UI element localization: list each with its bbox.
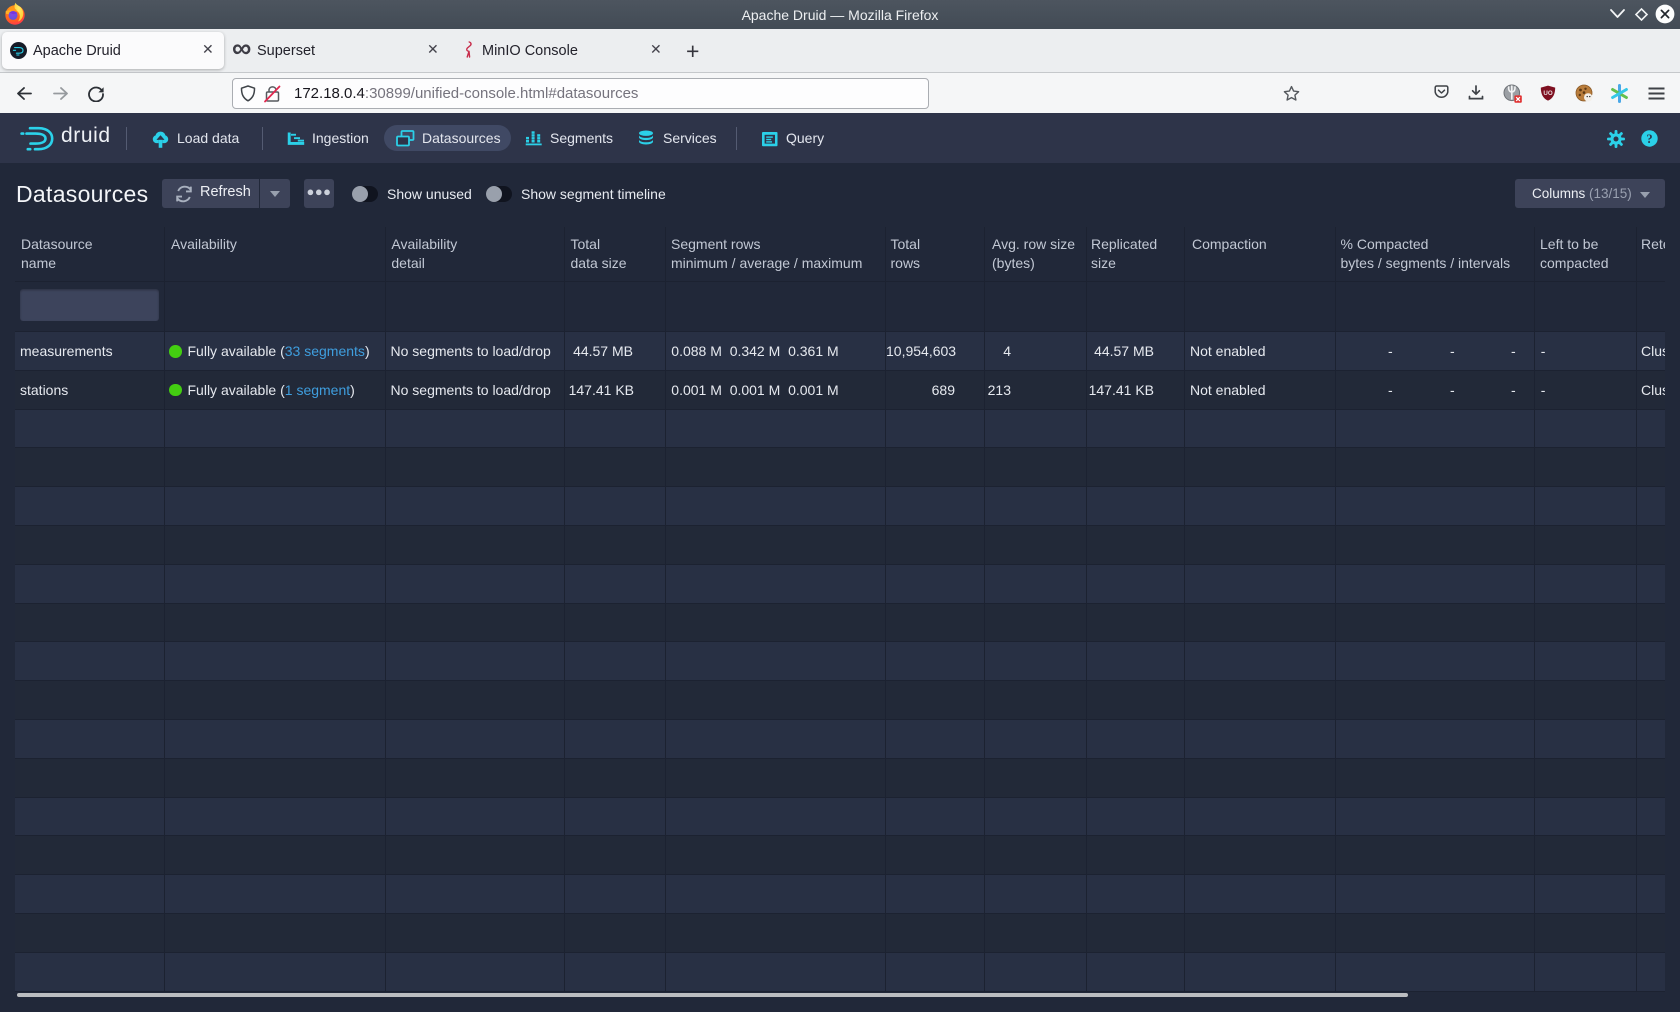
- svg-text:?: ?: [1646, 132, 1652, 146]
- svg-text:UO: UO: [1543, 90, 1552, 97]
